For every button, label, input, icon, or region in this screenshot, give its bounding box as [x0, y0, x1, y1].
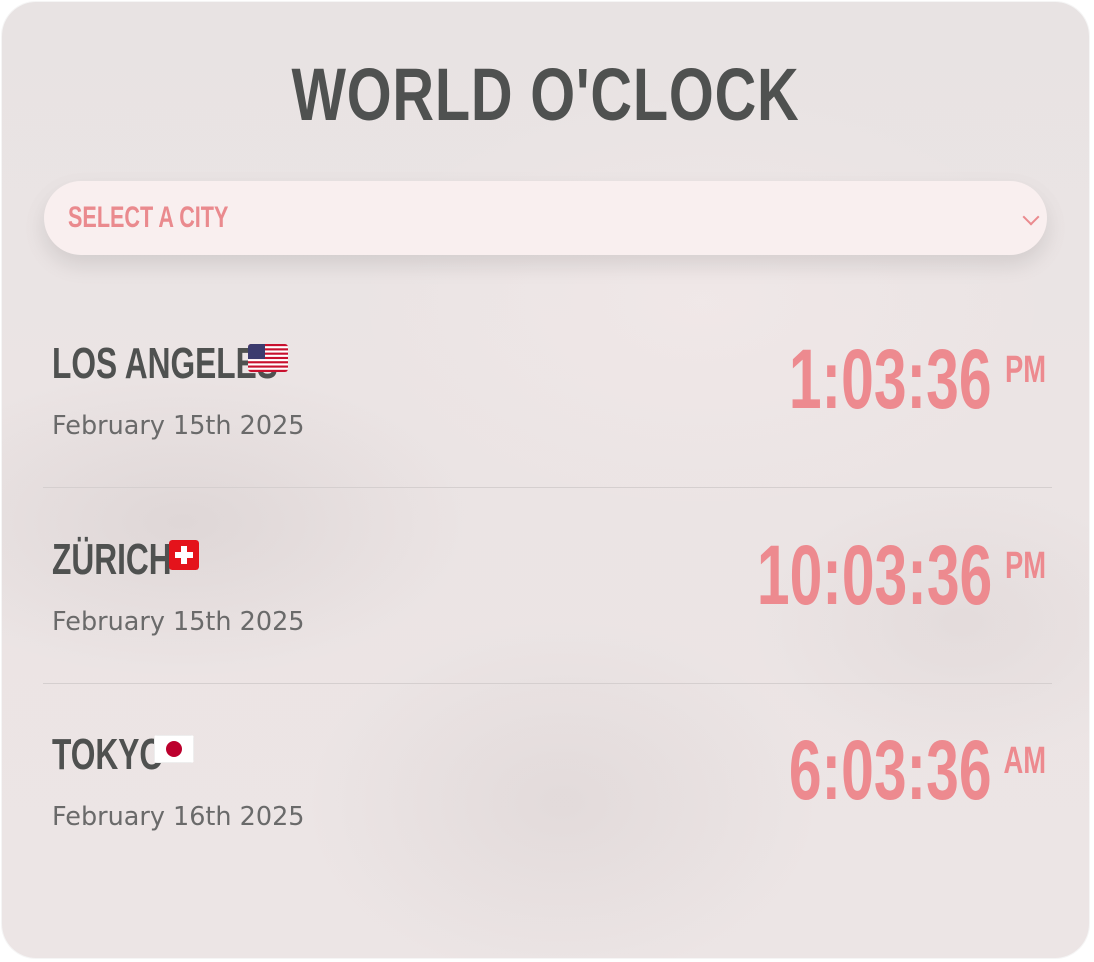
japan-flag-icon	[154, 735, 194, 763]
chevron-down-icon[interactable]	[1022, 208, 1040, 226]
city-name: TOKYO	[52, 730, 165, 779]
date-label: February 16th 2025	[52, 802, 305, 832]
swiss-flag-icon	[169, 540, 199, 570]
time-display: 10:03:36 PM	[746, 530, 1046, 620]
us-flag-icon	[248, 344, 288, 372]
world-clock-card: WORLD O'CLOCK SELECT A CITY LOS ANGELES …	[2, 2, 1089, 958]
clock-row-los-angeles: LOS ANGELES February 15th 2025 1:03:36 P…	[43, 292, 1052, 488]
time-period: PM	[1004, 349, 1046, 391]
time-period: AM	[1003, 740, 1046, 782]
time-value: 1:03:36	[789, 332, 992, 426]
city-name: LOS ANGELES	[52, 339, 278, 388]
city-select[interactable]: SELECT A CITY	[44, 181, 1047, 255]
time-display: 1:03:36 PM	[786, 334, 1046, 424]
time-period: PM	[1004, 545, 1046, 587]
time-value: 10:03:36	[756, 528, 992, 622]
clock-row-zurich: ZÜRICH February 15th 2025 10:03:36 PM	[43, 488, 1052, 684]
clock-row-tokyo: TOKYO February 16th 2025 6:03:36 AM	[43, 683, 1052, 878]
city-label: LOS ANGELES	[52, 338, 366, 390]
time-display: 6:03:36 AM	[786, 725, 1046, 815]
city-name: ZÜRICH	[52, 535, 172, 584]
page-title: WORLD O'CLOCK	[291, 53, 800, 136]
date-label: February 15th 2025	[52, 411, 305, 441]
time-value: 6:03:36	[789, 723, 992, 817]
date-label: February 15th 2025	[52, 607, 305, 637]
city-select-placeholder: SELECT A CITY	[68, 201, 229, 234]
